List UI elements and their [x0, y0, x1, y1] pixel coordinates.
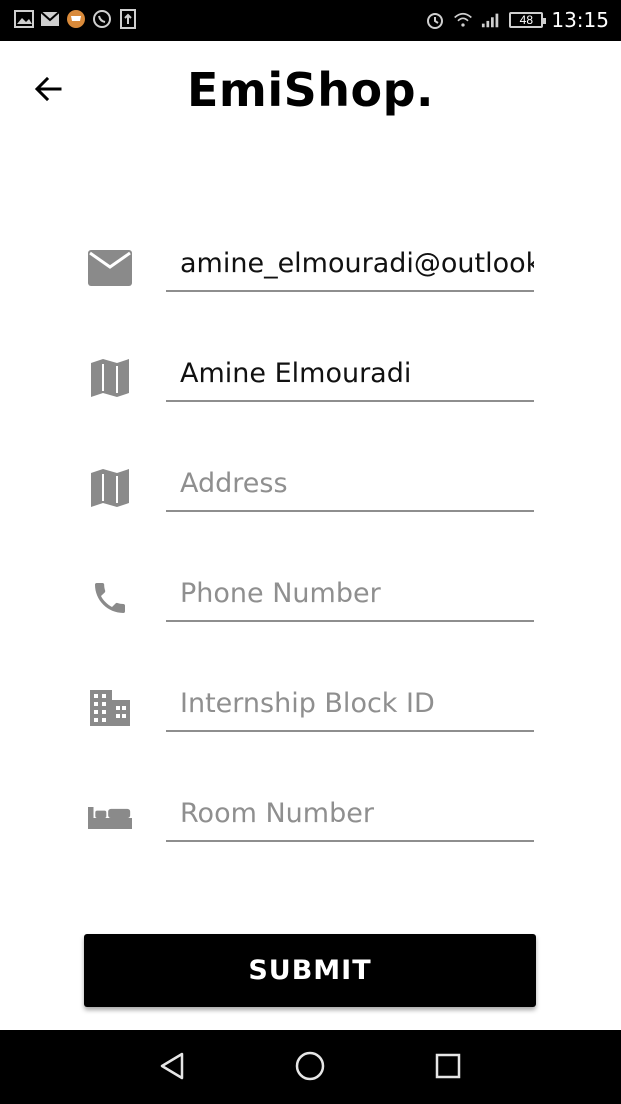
building-icon: [88, 686, 132, 730]
map-icon: [88, 466, 132, 510]
home-circle-icon: [294, 1050, 326, 1087]
whatsapp-icon: [92, 9, 112, 29]
address-row: [84, 458, 536, 518]
nav-home-button[interactable]: [290, 1050, 330, 1086]
status-time: 13:15: [551, 8, 609, 32]
system-nav-bar: [0, 1030, 621, 1104]
phone-field-container: [166, 568, 534, 622]
internship-block-field[interactable]: [166, 678, 534, 728]
bed-icon: [88, 796, 132, 840]
address-field[interactable]: [166, 458, 534, 508]
battery-icon: 48: [509, 12, 547, 28]
block-row: [84, 678, 536, 738]
name-field[interactable]: [166, 348, 534, 398]
battery-level: 48: [519, 13, 534, 27]
app-bar: EmiShop.: [0, 41, 621, 141]
email-row: [84, 238, 536, 298]
nav-recents-button[interactable]: [428, 1050, 468, 1086]
room-number-field[interactable]: [166, 788, 534, 838]
page-title: EmiShop.: [186, 63, 434, 117]
name-field-container: [166, 348, 534, 402]
status-bar: 48 13:15: [0, 0, 621, 41]
shop-app-icon: [66, 9, 86, 29]
system-icons: 48 13:15: [425, 8, 609, 32]
gallery-notification-icon: [14, 9, 34, 29]
upload-icon: [118, 9, 138, 29]
recents-square-icon: [434, 1052, 462, 1085]
address-field-container: [166, 458, 534, 512]
email-field[interactable]: [166, 238, 534, 288]
submit-button[interactable]: SUBMIT: [84, 934, 536, 1007]
notification-icons: [14, 9, 138, 29]
email-field-container: [166, 238, 534, 292]
phone-row: [84, 568, 536, 628]
signal-icon: [481, 10, 501, 30]
phone-icon: [88, 576, 132, 620]
map-icon: [88, 356, 132, 400]
gmail-icon: [40, 9, 60, 29]
room-field-container: [166, 788, 534, 842]
back-triangle-icon: [158, 1051, 186, 1086]
alarm-icon: [425, 10, 445, 30]
room-row: [84, 788, 536, 848]
email-icon: [88, 246, 132, 290]
nav-back-button[interactable]: [152, 1050, 192, 1086]
name-row: [84, 348, 536, 408]
phone-number-field[interactable]: [166, 568, 534, 618]
block-field-container: [166, 678, 534, 732]
wifi-icon: [453, 10, 473, 30]
